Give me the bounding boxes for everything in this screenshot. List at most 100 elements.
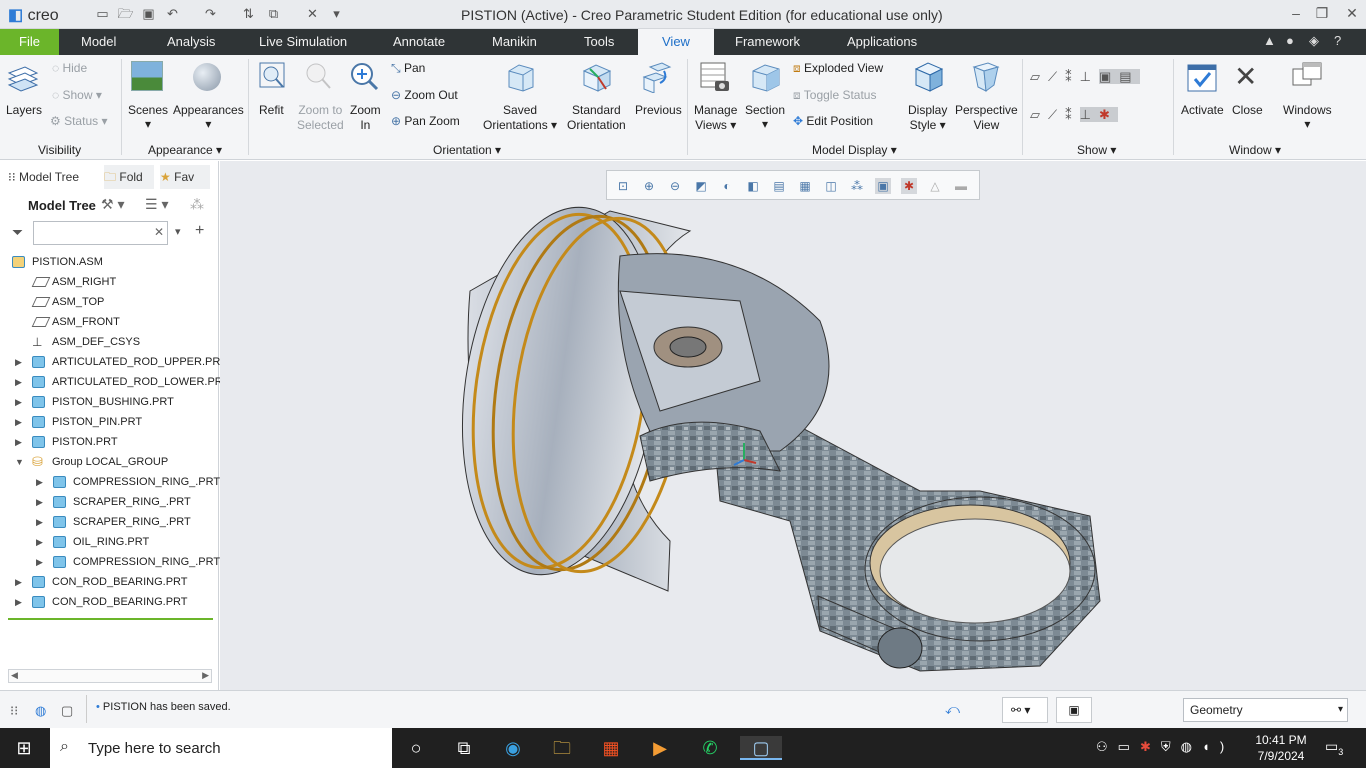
tree-item[interactable]: PISTION.ASM — [0, 252, 218, 272]
people-icon[interactable]: ⚇ — [1096, 739, 1118, 754]
previous-button[interactable]: Previous — [635, 103, 682, 117]
browser-toggle-icon[interactable]: ◍ — [35, 703, 46, 719]
tree-item[interactable]: ▶ CON_ROD_BEARING.PRT — [0, 592, 218, 612]
tree-item[interactable]: ▼ ⛁ Group LOCAL_GROUP — [0, 452, 218, 472]
group-model-display[interactable]: Model Display ▾ — [812, 143, 897, 157]
close-window-icon[interactable]: ✕ — [304, 6, 321, 22]
volume-icon[interactable]: ◖) — [1202, 739, 1234, 754]
group-show[interactable]: Show ▾ — [1077, 143, 1116, 157]
plane-tag-icon[interactable]: ⏥ — [1030, 107, 1048, 122]
expand-icon[interactable]: ▶ — [15, 372, 25, 392]
new-icon[interactable]: ▭ — [94, 6, 111, 22]
annotation-icon[interactable]: △ — [927, 178, 943, 194]
filter-icon[interactable]: ⏷ — [12, 224, 23, 241]
annotation-display-icon[interactable]: ▣ — [1098, 69, 1120, 84]
graphics-window[interactable] — [220, 161, 1366, 690]
taskbar-search-box[interactable]: ⌕ Type here to search — [50, 728, 392, 768]
selection-buffer-icon[interactable]: ▣ — [1056, 697, 1092, 723]
tab-file[interactable]: File — [0, 29, 59, 55]
creo-taskbar-icon[interactable]: ▢ — [740, 736, 782, 760]
windows-icon[interactable]: ⧉ — [265, 6, 282, 22]
regeneration-icon[interactable]: ⤺ — [945, 701, 960, 718]
find-button[interactable]: ⚯ ▾ — [1002, 697, 1048, 723]
store-icon[interactable]: ▦ — [598, 736, 624, 760]
datum-display-icon[interactable]: ⁂ — [849, 178, 865, 194]
restore-icon[interactable]: ❐ — [1310, 5, 1334, 22]
expand-icon[interactable]: ▶ — [15, 572, 25, 592]
clear-search-icon[interactable]: ✕ — [154, 225, 164, 239]
file-explorer-icon[interactable]: 🗀 — [549, 736, 575, 760]
windows-button[interactable]: Windows ▾ — [1283, 103, 1332, 131]
tab-analysis[interactable]: Analysis — [157, 29, 225, 55]
activate-icon[interactable] — [1186, 61, 1218, 93]
layers-button[interactable]: Layers — [6, 103, 42, 117]
undo-icon[interactable]: ↶ — [164, 6, 181, 22]
expand-icon[interactable]: ▶ — [15, 352, 25, 372]
notifications-icon[interactable]: ▭3 — [1325, 738, 1343, 757]
show-menu-icon[interactable]: ☰ ▾ — [145, 196, 168, 213]
dropdown-arrow-icon[interactable]: ▾ — [1338, 699, 1343, 721]
community-icon[interactable]: ◈ — [1309, 33, 1319, 49]
tree-item[interactable]: ▶ COMPRESSION_RING_.PRT — [0, 552, 220, 572]
standard-orientation-icon[interactable] — [580, 59, 614, 93]
axis-display-icon[interactable]: ⟋ — [1048, 69, 1065, 84]
tab-applications[interactable]: Applications — [837, 29, 927, 55]
tab-view[interactable]: View — [638, 29, 714, 56]
tree-item[interactable]: ▶ PISTON.PRT — [0, 432, 218, 452]
zoom-in-icon[interactable] — [349, 61, 379, 91]
tree-options-icon[interactable]: ⁂ — [190, 196, 204, 213]
expand-icon[interactable]: ▶ — [15, 592, 25, 612]
group-appearance[interactable]: Appearance ▾ — [148, 143, 222, 157]
exploded-view-button[interactable]: ⧈ Exploded View — [793, 61, 883, 76]
tree-item[interactable]: ▶ ARTICULATED_ROD_LOWER.PRT — [0, 372, 229, 392]
saved-orientations-icon[interactable] — [505, 61, 537, 93]
expand-icon[interactable]: ▶ — [36, 512, 46, 532]
axis-tag-icon[interactable]: ⟋ — [1048, 107, 1065, 122]
perspective-view-button[interactable]: Perspective View — [955, 103, 1018, 133]
search-help-icon[interactable]: ● — [1286, 33, 1294, 48]
flag-icon[interactable]: ▬ — [953, 178, 969, 194]
close-icon[interactable]: ✕ — [1340, 5, 1364, 22]
zoom-in-button[interactable]: Zoom In — [350, 103, 381, 133]
scroll-right-icon[interactable]: ▶ — [202, 670, 209, 681]
scroll-left-icon[interactable]: ◀ — [11, 670, 18, 681]
tab-annotate[interactable]: Annotate — [383, 29, 455, 55]
tree-item[interactable]: ▶ PISTON_BUSHING.PRT — [0, 392, 218, 412]
saved-orientations-button[interactable]: Saved Orientations ▾ — [483, 103, 557, 133]
toggle-status-button[interactable]: ⧈ Toggle Status — [793, 88, 876, 103]
section-button[interactable]: Section ▾ — [745, 103, 785, 131]
tab-favorites[interactable]: ★ Fav — [160, 165, 210, 189]
selection-filter-select[interactable]: Geometry ▾ — [1183, 698, 1348, 722]
repaint-icon[interactable]: ◩ — [693, 178, 709, 194]
shield-icon[interactable]: ⛨ — [1161, 739, 1181, 754]
annotation-display-icon[interactable]: ▣ — [875, 178, 891, 194]
show-button[interactable]: ◌ Show ▾ — [52, 88, 102, 102]
pan-zoom-button[interactable]: ⊕ Pan Zoom — [391, 114, 460, 128]
tab-live-simulation[interactable]: Live Simulation — [249, 29, 357, 55]
display-style-icon[interactable]: ◧ — [745, 178, 761, 194]
scenes-icon[interactable] — [131, 61, 163, 91]
section-view-icon[interactable]: ◫ — [823, 178, 839, 194]
show-datum-toggles-row2[interactable]: ⏥⟋⁑⊥✱ — [1030, 107, 1170, 125]
expand-icon[interactable]: ▶ — [36, 552, 46, 572]
save-icon[interactable]: ▣ — [140, 6, 157, 22]
battery-icon[interactable]: ▭ — [1118, 739, 1140, 754]
task-view-icon[interactable]: ⧉ — [451, 736, 477, 760]
refit-icon[interactable] — [258, 61, 286, 91]
open-icon[interactable]: 🗁 — [117, 6, 134, 22]
minimize-icon[interactable]: – — [1284, 5, 1308, 21]
layers-icon[interactable] — [7, 63, 39, 93]
windows-icon[interactable] — [1291, 61, 1323, 93]
manage-views-button[interactable]: Manage Views ▾ — [694, 103, 737, 133]
zoom-out-icon[interactable]: ⊖ — [667, 178, 683, 194]
zoom-out-button[interactable]: ⊖ Zoom Out — [391, 88, 458, 102]
piston-assembly-model[interactable] — [220, 161, 1366, 690]
zoom-to-selected-button[interactable]: Zoom to Selected — [297, 103, 344, 133]
redo-icon[interactable]: ↷ — [202, 6, 219, 22]
scenes-button[interactable]: Scenes ▾ — [128, 103, 168, 131]
refit-icon[interactable]: ⊡ — [615, 178, 631, 194]
collapse-icon[interactable]: ▼ — [15, 452, 25, 472]
standard-orientation-button[interactable]: Standard Orientation — [567, 103, 626, 133]
regenerate-icon[interactable]: ⇅ — [240, 6, 257, 22]
appearances-icon[interactable] — [193, 63, 221, 91]
